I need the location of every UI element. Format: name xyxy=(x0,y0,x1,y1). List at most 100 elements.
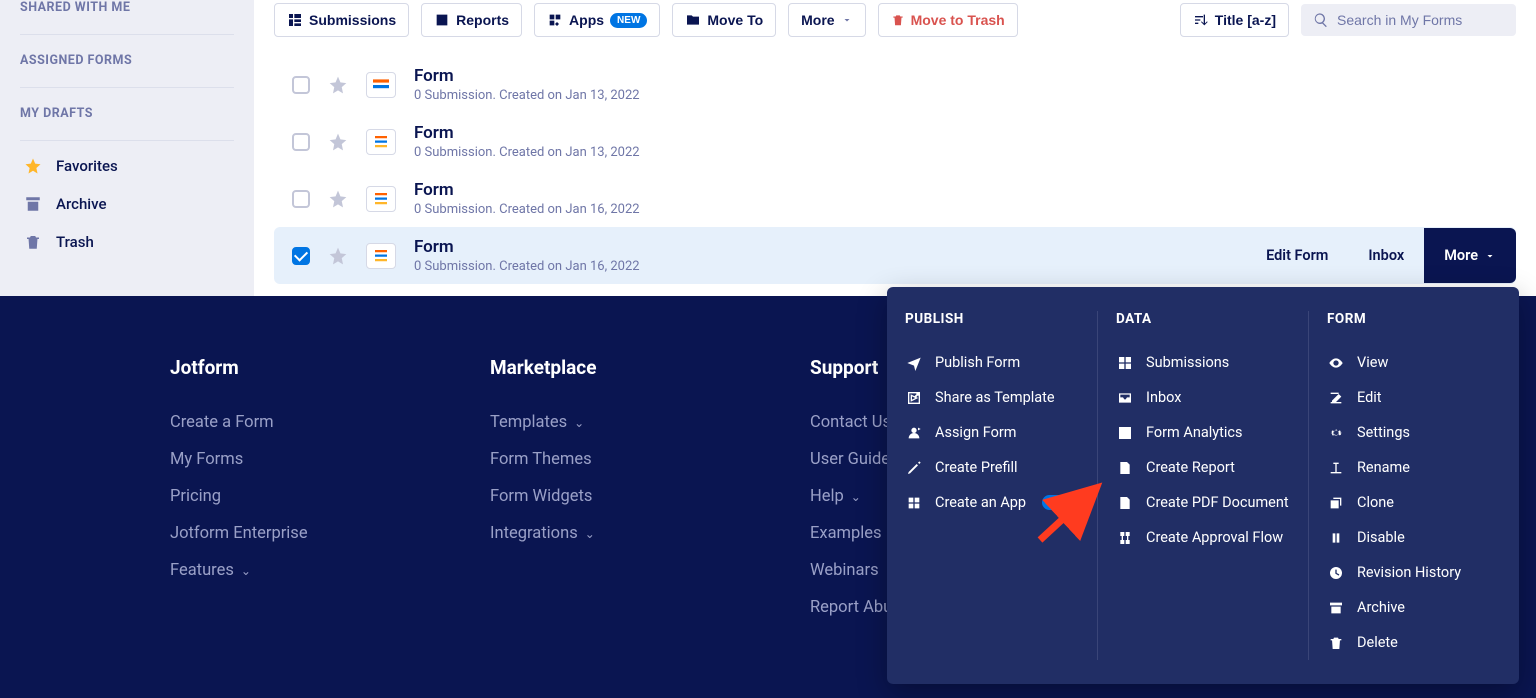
grid-icon xyxy=(1116,355,1134,371)
eye-icon xyxy=(1327,355,1345,371)
search-input[interactable] xyxy=(1337,12,1504,28)
button-label: Move to Trash xyxy=(911,12,1005,28)
menu-item-archive[interactable]: Archive xyxy=(1327,590,1501,625)
menu-item-inbox[interactable]: Inbox xyxy=(1116,380,1290,415)
footer-link-enterprise[interactable]: Jotform Enterprise xyxy=(170,524,370,543)
menu-item-delete[interactable]: Delete xyxy=(1327,625,1501,660)
footer-link-widgets[interactable]: Form Widgets xyxy=(490,487,690,506)
footer-link-pricing[interactable]: Pricing xyxy=(170,487,370,506)
form-row[interactable]: Form 0 Submission. Created on Jan 13, 20… xyxy=(274,113,1516,170)
send-icon xyxy=(905,355,923,371)
menu-item-settings[interactable]: Settings xyxy=(1327,415,1501,450)
menu-item-create-report[interactable]: Create Report xyxy=(1116,450,1290,485)
inbox-icon xyxy=(1116,390,1134,406)
footer-link-features[interactable]: Features ⌄ xyxy=(170,561,370,580)
divider xyxy=(20,34,234,35)
chevron-down-icon: ⌄ xyxy=(582,527,595,541)
move-to-trash-button[interactable]: Move to Trash xyxy=(878,3,1018,37)
checkbox[interactable] xyxy=(292,190,310,208)
pencil-icon xyxy=(905,460,923,476)
analytics-icon xyxy=(1116,425,1134,441)
inbox-button[interactable]: Inbox xyxy=(1348,228,1424,283)
apps-button[interactable]: Apps NEW xyxy=(534,3,660,37)
more-button[interactable]: More xyxy=(788,3,865,37)
form-subtitle: 0 Submission. Created on Jan 16, 2022 xyxy=(414,202,640,217)
sidebar-section-assigned[interactable]: ASSIGNED FORMS xyxy=(20,41,234,81)
star-icon[interactable] xyxy=(328,132,348,152)
menu-item-rename[interactable]: Rename xyxy=(1327,450,1501,485)
sidebar-item-label: Archive xyxy=(56,195,106,213)
grid-icon xyxy=(287,12,303,28)
form-type-icon xyxy=(366,243,396,269)
star-icon[interactable] xyxy=(328,246,348,266)
apps-icon xyxy=(905,495,923,511)
checkbox[interactable] xyxy=(292,76,310,94)
trash-icon xyxy=(1327,635,1345,651)
form-subtitle: 0 Submission. Created on Jan 13, 2022 xyxy=(414,88,640,103)
assign-icon xyxy=(905,425,923,441)
toolbar: Submissions Reports Apps NEW Move To Mor… xyxy=(274,0,1516,40)
flow-icon xyxy=(1116,530,1134,546)
checkbox[interactable] xyxy=(292,133,310,151)
sidebar-section-drafts[interactable]: MY DRAFTS xyxy=(20,94,234,134)
menu-section-head: FORM xyxy=(1327,311,1501,327)
menu-item-view[interactable]: View xyxy=(1327,345,1501,380)
divider xyxy=(20,87,234,88)
sidebar-item-archive[interactable]: Archive xyxy=(20,185,234,223)
footer-link-integrations[interactable]: Integrations ⌄ xyxy=(490,524,690,543)
form-type-icon xyxy=(366,72,396,98)
apps-icon xyxy=(547,12,563,28)
folder-icon xyxy=(685,12,701,28)
reports-button[interactable]: Reports xyxy=(421,3,522,37)
form-subtitle: 0 Submission. Created on Jan 13, 2022 xyxy=(414,145,640,160)
star-icon xyxy=(24,157,42,175)
form-title: Form xyxy=(414,180,640,200)
menu-item-approval-flow[interactable]: Create Approval Flow xyxy=(1116,520,1290,555)
footer-link-create-form[interactable]: Create a Form xyxy=(170,413,370,432)
menu-item-publish-form[interactable]: Publish Form xyxy=(905,345,1079,380)
menu-item-share-template[interactable]: Share as Template xyxy=(905,380,1079,415)
menu-item-assign-form[interactable]: Assign Form xyxy=(905,415,1079,450)
chevron-down-icon xyxy=(841,14,853,26)
chevron-down-icon xyxy=(1484,250,1496,262)
row-more-button[interactable]: More xyxy=(1424,228,1516,283)
sidebar-item-trash[interactable]: Trash xyxy=(20,223,234,261)
edit-form-button[interactable]: Edit Form xyxy=(1246,228,1348,283)
star-icon[interactable] xyxy=(328,75,348,95)
rename-icon xyxy=(1327,460,1345,476)
menu-item-analytics[interactable]: Form Analytics xyxy=(1116,415,1290,450)
star-icon[interactable] xyxy=(328,189,348,209)
sidebar-item-favorites[interactable]: Favorites xyxy=(20,147,234,185)
sort-button[interactable]: Title [a-z] xyxy=(1180,3,1289,37)
submissions-button[interactable]: Submissions xyxy=(274,3,409,37)
form-title: Form xyxy=(414,237,640,257)
form-row[interactable]: Form 0 Submission. Created on Jan 16, 20… xyxy=(274,227,1516,284)
footer-link-my-forms[interactable]: My Forms xyxy=(170,450,370,469)
trash-icon xyxy=(24,233,42,251)
menu-item-disable[interactable]: Disable xyxy=(1327,520,1501,555)
form-row[interactable]: Form 0 Submission. Created on Jan 13, 20… xyxy=(274,56,1516,113)
sidebar-section-shared[interactable]: SHARED WITH ME xyxy=(20,0,234,28)
checkbox[interactable] xyxy=(292,247,310,265)
form-title: Form xyxy=(414,66,640,86)
button-label: More xyxy=(1444,247,1478,264)
footer-col-title: Jotform xyxy=(170,356,370,379)
menu-item-create-prefill[interactable]: Create Prefill xyxy=(905,450,1079,485)
row-actions: Edit Form Inbox More xyxy=(1246,227,1516,284)
menu-section-head: DATA xyxy=(1116,311,1290,327)
menu-item-edit[interactable]: Edit xyxy=(1327,380,1501,415)
menu-item-create-pdf[interactable]: Create PDF Document xyxy=(1116,485,1290,520)
chevron-down-icon: ⌄ xyxy=(848,490,861,504)
history-icon xyxy=(1327,565,1345,581)
footer-link-templates[interactable]: Templates ⌄ xyxy=(490,413,690,432)
sort-icon xyxy=(1193,12,1209,28)
footer-link-themes[interactable]: Form Themes xyxy=(490,450,690,469)
move-to-button[interactable]: Move To xyxy=(672,3,776,37)
form-row[interactable]: Form 0 Submission. Created on Jan 16, 20… xyxy=(274,170,1516,227)
menu-item-create-app[interactable]: Create an AppNEW xyxy=(905,485,1079,520)
menu-item-submissions[interactable]: Submissions xyxy=(1116,345,1290,380)
search-box[interactable] xyxy=(1301,4,1516,36)
menu-item-revision[interactable]: Revision History xyxy=(1327,555,1501,590)
archive-icon xyxy=(1327,600,1345,616)
menu-item-clone[interactable]: Clone xyxy=(1327,485,1501,520)
